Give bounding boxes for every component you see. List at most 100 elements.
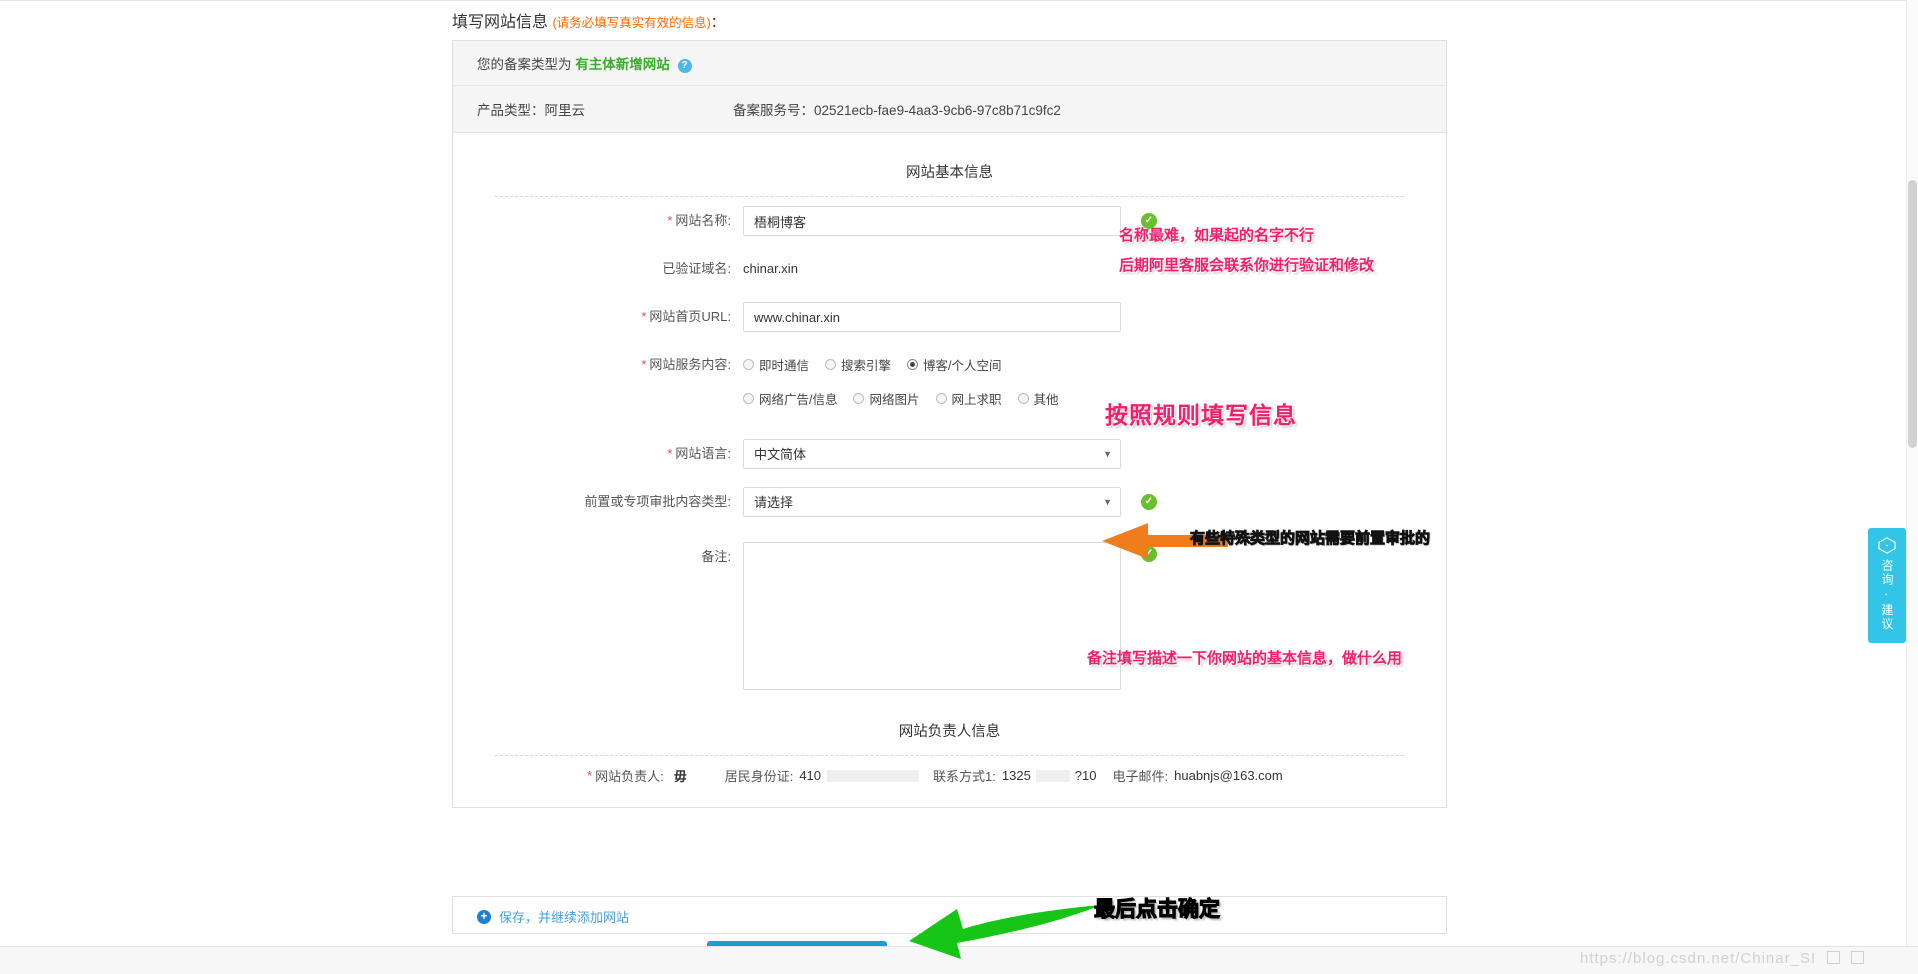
service-number-label: 备案服务号： <box>733 103 814 118</box>
green-arrow-icon <box>905 903 1105 963</box>
consult-float-tab[interactable]: 咨询 · 建议 <box>1868 528 1906 643</box>
record-type-prefix: 您的备案类型为 <box>477 57 572 72</box>
site-name-input[interactable] <box>743 206 1121 236</box>
site-name-control: ✓ <box>743 206 1422 236</box>
radio-label: 其他 <box>1034 389 1059 408</box>
row-site-name: *网站名称: ✓ <box>477 197 1422 245</box>
approval-type-label: 前置或专项审批内容类型: <box>477 487 743 517</box>
row-approval-type: 前置或专项审批内容类型: 请选择 ▼ ✓ <box>477 478 1422 526</box>
radio-label: 博客/个人空间 <box>923 355 1001 374</box>
verified-domain-value: chinar.xin <box>743 254 1422 284</box>
page-canvas: 填写网站信息 (请务必填写真实有效的信息)： 您的备案类型为 有主体新增网站 ?… <box>0 0 1918 974</box>
verified-domain-control: chinar.xin <box>743 254 1422 284</box>
copy-icon <box>1851 951 1864 964</box>
radio-label: 搜索引擎 <box>841 355 891 374</box>
radio-dot-selected-icon <box>907 359 918 370</box>
site-name-valid-icon: ✓ <box>1141 213 1157 229</box>
radio-dot-icon <box>853 393 864 404</box>
radio-label: 网络图片 <box>869 389 919 408</box>
redacted-contact-block <box>1036 770 1070 782</box>
radio-label: 网上求职 <box>952 389 1002 408</box>
person-name-label: 网站负责人: <box>595 766 664 785</box>
approval-type-control: 请选择 ▼ ✓ <box>743 487 1422 517</box>
person-info-title: 网站负责人信息 <box>477 702 1422 755</box>
radio-online-images[interactable]: 网络图片 <box>853 389 919 408</box>
row-service-content: *网站服务内容: 即时通信 搜索引擎 <box>477 341 1422 421</box>
vertical-scrollbar-track[interactable] <box>1906 0 1918 946</box>
remark-textarea[interactable] <box>743 542 1121 690</box>
radio-instant-messaging[interactable]: 即时通信 <box>743 355 809 374</box>
watermark-text: https://blog.csdn.net/Chinar_SI <box>1580 950 1816 967</box>
basic-info-title: 网站基本信息 <box>477 155 1422 196</box>
approval-type-select[interactable]: 请选择 ▼ <box>743 487 1121 517</box>
product-type-label: 产品类型：阿里云 <box>477 99 733 119</box>
radio-job-seeking[interactable]: 网上求职 <box>936 389 1002 408</box>
plus-icon: + <box>477 910 491 924</box>
required-asterisk: * <box>587 768 592 783</box>
service-radio-row-2: 网络广告/信息 网络图片 网上求职 其他 <box>743 384 1422 412</box>
radio-online-advertising[interactable]: 网络广告/信息 <box>743 389 837 408</box>
radio-dot-icon <box>936 393 947 404</box>
service-radio-row-1: 即时通信 搜索引擎 博客/个人空间 <box>743 350 1422 378</box>
consult-float-tab-label: 咨询 · 建议 <box>1879 559 1895 632</box>
service-content-label: *网站服务内容: <box>477 350 743 380</box>
card-body: 网站基本信息 *网站名称: ✓ 已验证域名: chinar.xin <box>453 133 1446 807</box>
vertical-scrollbar-thumb[interactable] <box>1908 180 1917 448</box>
person-contact-value: 1325 <box>1002 768 1031 783</box>
radio-blog-personal-space[interactable]: 博客/个人空间 <box>907 355 1001 374</box>
save-and-add-site-link[interactable]: 保存，并继续添加网站 <box>499 907 629 926</box>
person-email-label: 电子邮件: <box>1113 766 1169 785</box>
row-remark: 备注: ✓ <box>477 526 1422 702</box>
person-info-row: * 网站负责人: 毋 居民身份证: 410 联系方式1: 1325 ?10 电子… <box>477 756 1422 799</box>
radio-search-engine[interactable]: 搜索引擎 <box>825 355 891 374</box>
verified-domain-label: 已验证域名: <box>477 254 743 284</box>
approval-type-select-value: 请选择 <box>743 487 1121 517</box>
required-asterisk: * <box>641 357 646 372</box>
remark-control: ✓ <box>743 542 1422 693</box>
radio-dot-icon <box>825 359 836 370</box>
site-name-label-text: 网站名称: <box>675 213 731 228</box>
trash-icon <box>1827 951 1840 964</box>
home-url-control <box>743 302 1422 332</box>
person-name-value: 毋 <box>674 766 687 785</box>
top-divider <box>0 0 1918 1</box>
language-control: 中文简体 ▼ <box>743 439 1422 469</box>
redacted-id-block <box>827 770 919 782</box>
site-info-card: 您的备案类型为 有主体新增网站 ? 产品类型：阿里云 备案服务号：02521ec… <box>452 40 1447 808</box>
language-select[interactable]: 中文简体 ▼ <box>743 439 1121 469</box>
radio-other[interactable]: 其他 <box>1018 389 1059 408</box>
home-url-label-text: 网站首页URL: <box>649 309 731 324</box>
site-name-label: *网站名称: <box>477 206 743 236</box>
radio-dot-icon <box>1018 393 1029 404</box>
row-home-url: *网站首页URL: <box>477 293 1422 341</box>
page-title-colon: ： <box>711 14 725 30</box>
service-content-control: 即时通信 搜索引擎 博客/个人空间 <box>743 350 1422 412</box>
required-asterisk: * <box>667 446 672 461</box>
person-contact-label: 联系方式1: <box>933 766 996 785</box>
radio-label: 网络广告/信息 <box>759 389 837 408</box>
row-verified-domain: 已验证域名: chinar.xin <box>477 245 1422 293</box>
person-email-value: huabnjs@163.com <box>1174 768 1283 783</box>
required-asterisk: * <box>667 213 672 228</box>
service-number-value: 02521ecb-fae9-4aa3-9cb6-97c8b71c9fc2 <box>814 103 1061 118</box>
chat-bubble-icon <box>1877 537 1897 554</box>
person-contact-tail: ?10 <box>1075 768 1097 783</box>
person-id-label: 居民身份证: <box>725 766 794 785</box>
person-id-value: 410 <box>799 768 821 783</box>
row-language: *网站语言: 中文简体 ▼ <box>477 421 1422 478</box>
record-type-value: 有主体新增网站 <box>575 57 670 72</box>
remark-label: 备注: <box>477 542 743 572</box>
page-title: 填写网站信息 (请务必填写真实有效的信息)： <box>452 8 725 32</box>
language-label: *网站语言: <box>477 439 743 469</box>
radio-dot-icon <box>743 393 754 404</box>
service-number: 备案服务号：02521ecb-fae9-4aa3-9cb6-97c8b71c9f… <box>733 99 1422 119</box>
home-url-input[interactable] <box>743 302 1121 332</box>
record-type-band: 您的备案类型为 有主体新增网站 ? <box>453 41 1446 86</box>
language-label-text: 网站语言: <box>675 446 731 461</box>
home-url-label: *网站首页URL: <box>477 302 743 332</box>
radio-dot-icon <box>743 359 754 370</box>
chevron-down-icon: ▼ <box>1103 498 1112 506</box>
page-title-hint: (请务必填写真实有效的信息) <box>552 16 710 30</box>
help-icon[interactable]: ? <box>678 59 692 73</box>
product-band: 产品类型：阿里云 备案服务号：02521ecb-fae9-4aa3-9cb6-9… <box>453 86 1446 133</box>
